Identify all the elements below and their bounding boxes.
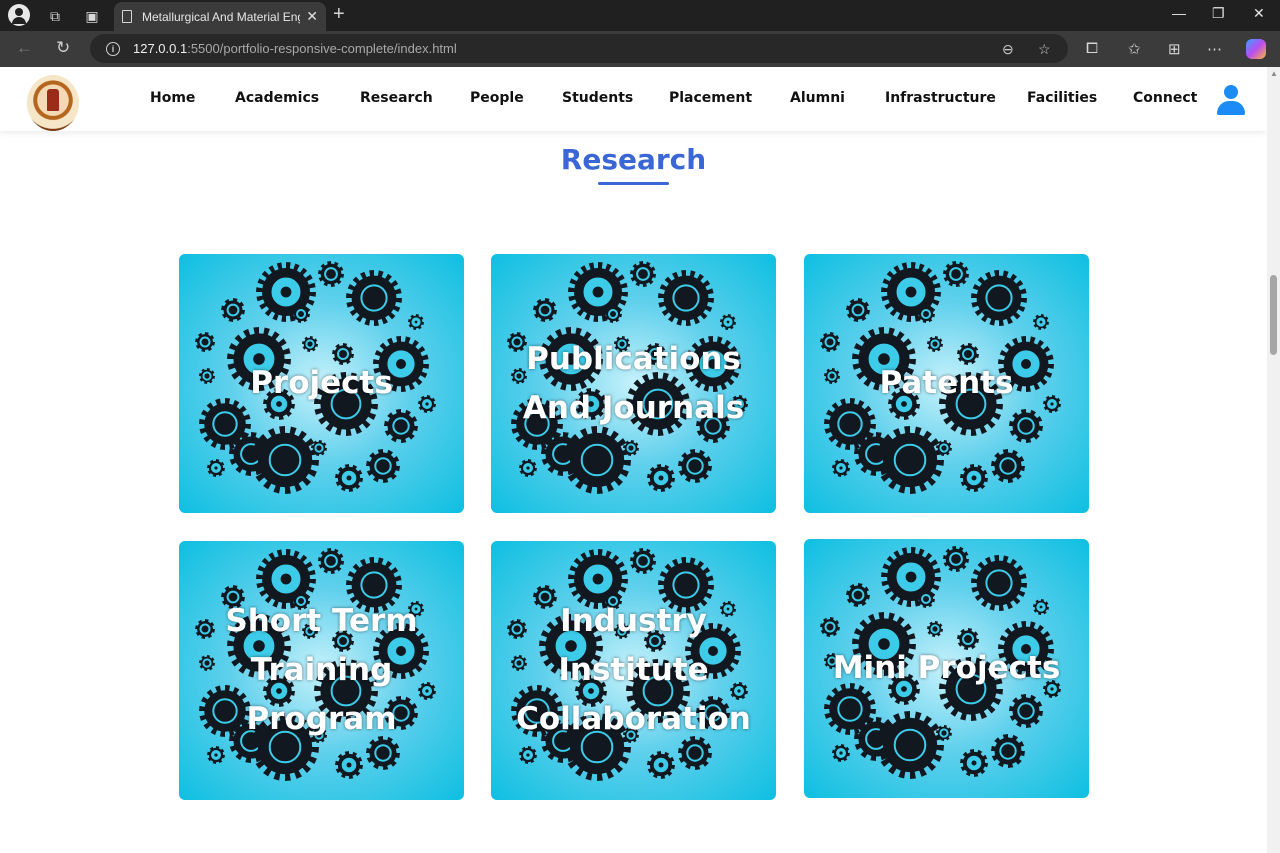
nav-infrastructure[interactable]: Infrastructure: [885, 90, 996, 108]
more-icon[interactable]: ⋯: [1207, 40, 1222, 58]
nav-connect[interactable]: Connect: [1133, 90, 1197, 108]
tab-title: Metallurgical And Material Engine: [142, 9, 300, 24]
reading-mode-icon[interactable]: ⊖: [1002, 41, 1014, 58]
close-icon[interactable]: ✕: [306, 8, 318, 25]
card-label: Industry Institute Collaboration: [516, 603, 751, 737]
browser-tab-active[interactable]: Metallurgical And Material Engine ✕: [114, 2, 326, 31]
section-title: Research: [560, 143, 707, 176]
restore-icon[interactable]: ❐: [1212, 5, 1225, 22]
minimize-icon[interactable]: —: [1172, 5, 1186, 21]
institute-logo[interactable]: [27, 75, 79, 131]
copilot-icon[interactable]: [1246, 39, 1266, 59]
favorites-icon[interactable]: ✩: [1128, 40, 1141, 58]
site-header: Home Academics Research People Students …: [0, 67, 1267, 131]
nav-students[interactable]: Students: [562, 90, 633, 108]
research-card-training[interactable]: Short Term Training Program: [179, 541, 464, 800]
window-close-icon[interactable]: ✕: [1253, 5, 1265, 22]
nav-academics[interactable]: Academics: [235, 90, 319, 108]
research-card-projects[interactable]: Projects: [179, 254, 464, 513]
nav-home[interactable]: Home: [150, 90, 195, 108]
nav-placement[interactable]: Placement: [669, 90, 752, 108]
scroll-up-icon[interactable]: ▲: [1270, 69, 1278, 78]
workspaces-icon[interactable]: ⧉: [43, 4, 67, 28]
nav-alumni[interactable]: Alumni: [790, 90, 845, 108]
browser-tab-bar: ⧉ ▣ Metallurgical And Material Engine ✕ …: [0, 0, 1280, 31]
research-card-collaboration[interactable]: Industry Institute Collaboration: [491, 541, 776, 800]
favorite-star-icon[interactable]: ☆: [1038, 41, 1051, 58]
url-path: :5500/portfolio-responsive-complete/inde…: [187, 41, 457, 56]
address-bar[interactable]: i 127.0.0.1:5500/portfolio-responsive-co…: [90, 34, 1068, 63]
user-icon[interactable]: [1216, 85, 1246, 116]
research-card-mini-projects[interactable]: Mini Projects: [804, 539, 1089, 798]
document-icon: [122, 10, 132, 23]
page-viewport: Home Academics Research People Students …: [0, 67, 1267, 853]
title-underline: [598, 182, 669, 185]
card-label: Publications And Journals: [522, 340, 745, 426]
nav-research[interactable]: Research: [360, 90, 433, 108]
research-card-publications[interactable]: Publications And Journals: [491, 254, 776, 513]
scroll-thumb[interactable]: [1270, 275, 1277, 355]
url-host: 127.0.0.1: [133, 41, 188, 56]
site-info-icon[interactable]: i: [106, 41, 120, 56]
card-label: Short Term Training Program: [225, 603, 418, 737]
nav-people[interactable]: People: [470, 90, 524, 108]
card-label: Mini Projects: [832, 650, 1061, 686]
collections-icon[interactable]: ⊞: [1168, 40, 1181, 58]
nav-facilities[interactable]: Facilities: [1027, 90, 1097, 108]
profile-icon[interactable]: [8, 4, 30, 26]
vertical-tabs-icon[interactable]: ▣: [80, 4, 104, 28]
back-icon[interactable]: ←: [16, 38, 33, 58]
browser-toolbar: ← ↻ i 127.0.0.1:5500/portfolio-responsiv…: [0, 31, 1280, 67]
page-scrollbar[interactable]: ▲: [1267, 67, 1280, 853]
refresh-icon[interactable]: ↻: [56, 38, 70, 58]
new-tab-icon[interactable]: +: [333, 3, 345, 26]
research-card-patents[interactable]: Patents: [804, 254, 1089, 513]
card-label: Projects: [250, 365, 393, 401]
extensions-icon[interactable]: ⧠: [1086, 40, 1098, 57]
card-label: Patents: [879, 365, 1014, 401]
